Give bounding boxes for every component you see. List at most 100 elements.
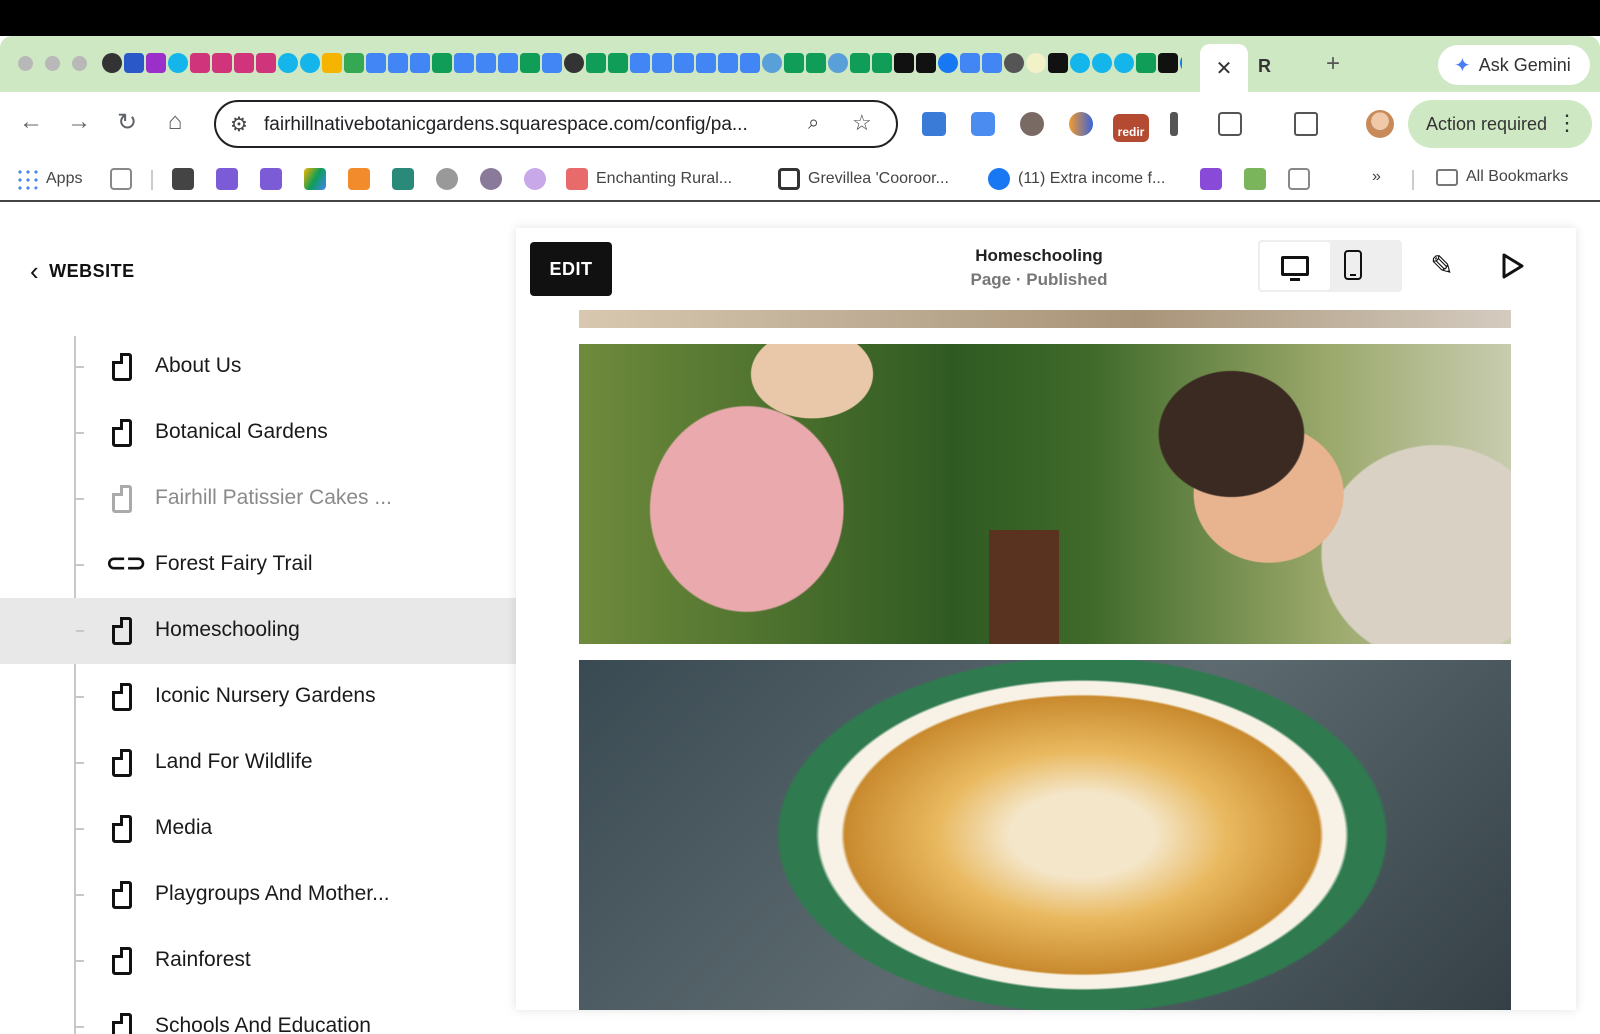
tab-favicon[interactable]: [872, 53, 892, 73]
desktop-view-button[interactable]: [1260, 242, 1330, 290]
preview-play-icon[interactable]: [1496, 250, 1528, 282]
pinned-tab-favicons[interactable]: [102, 53, 1182, 75]
bookmark-teal[interactable]: [392, 168, 414, 190]
extension-k-icon[interactable]: [1020, 112, 1044, 136]
website-back-link[interactable]: ‹ WEBSITE: [30, 256, 135, 287]
bookmarks-overflow[interactable]: »: [1372, 168, 1381, 186]
tab-favicon[interactable]: [124, 53, 144, 73]
extensions-puzzle-icon[interactable]: [1218, 112, 1242, 136]
extension-redir-icon[interactable]: redir: [1113, 114, 1149, 142]
tab-favicon[interactable]: [300, 53, 320, 73]
action-required-button[interactable]: Action required ⋮: [1408, 100, 1592, 148]
tab-favicon[interactable]: [190, 53, 210, 73]
tab-favicon[interactable]: [1180, 53, 1182, 73]
tab-favicon[interactable]: [146, 53, 166, 73]
tab-favicon[interactable]: [168, 53, 188, 73]
bookmark-drive[interactable]: [304, 168, 326, 190]
bookmark-heart[interactable]: [524, 168, 546, 190]
bookmark-checkmark[interactable]: [1200, 168, 1222, 190]
bookmark-shopify[interactable]: [1244, 168, 1266, 190]
bookmark-star-icon[interactable]: ☆: [852, 110, 872, 136]
image-block-children-playing[interactable]: [579, 344, 1511, 644]
reload-icon[interactable]: ↻: [112, 108, 142, 137]
tab-favicon[interactable]: [762, 53, 782, 73]
bookmark-form-2[interactable]: [260, 168, 282, 190]
bookmark-orange[interactable]: [348, 168, 370, 190]
extension-snowflake-icon[interactable]: [971, 112, 995, 136]
tab-favicon[interactable]: [1048, 53, 1068, 73]
sidebar-item-fairhill-patissier-cakes[interactable]: Fairhill Patissier Cakes ...: [0, 466, 516, 532]
tab-favicon[interactable]: [696, 53, 716, 73]
tab-favicon[interactable]: [212, 53, 232, 73]
tab-favicon[interactable]: [366, 53, 386, 73]
sidebar-item-about-us[interactable]: About Us: [0, 334, 516, 400]
bookmark-logo[interactable]: [436, 168, 458, 190]
tab-favicon[interactable]: [344, 53, 364, 73]
bookmark-shell[interactable]: [480, 168, 502, 190]
tab-favicon[interactable]: [1004, 53, 1024, 73]
bookmark-pocket[interactable]: [1288, 168, 1310, 190]
profile-avatar[interactable]: [1366, 110, 1394, 138]
image-block-top-cropped[interactable]: [579, 310, 1511, 328]
tab-favicon[interactable]: [894, 53, 914, 73]
forward-arrow-icon[interactable]: →: [64, 108, 94, 136]
bookmark-tab-groups[interactable]: [110, 168, 132, 190]
tab-favicon[interactable]: [1026, 53, 1046, 73]
sidebar-item-rainforest[interactable]: Rainforest: [0, 928, 516, 994]
tab-favicon[interactable]: [498, 53, 518, 73]
tab-favicon[interactable]: [322, 53, 342, 73]
new-tab-button[interactable]: +: [1326, 50, 1340, 78]
home-icon[interactable]: ⌂: [160, 108, 190, 136]
sidebar-item-iconic-nursery-gardens[interactable]: Iconic Nursery Gardens: [0, 664, 516, 730]
tab-favicon[interactable]: [850, 53, 870, 73]
tab-favicon[interactable]: [938, 53, 958, 73]
extension-swirl-icon[interactable]: [1069, 112, 1093, 136]
sidebar-item-land-for-wildlife[interactable]: Land For Wildlife: [0, 730, 516, 796]
tab-favicon[interactable]: [982, 53, 1002, 73]
tab-favicon[interactable]: [1092, 53, 1112, 73]
tab-favicon[interactable]: [608, 53, 628, 73]
tab-favicon[interactable]: [476, 53, 496, 73]
mobile-view-icon[interactable]: [1344, 250, 1362, 280]
tab-favicon[interactable]: [1158, 53, 1178, 73]
tab-favicon[interactable]: [454, 53, 474, 73]
tab-favicon[interactable]: [564, 53, 584, 73]
tab-favicon[interactable]: [1114, 53, 1134, 73]
window-close-button[interactable]: [18, 56, 33, 71]
window-minimize-button[interactable]: [45, 56, 60, 71]
bookmark-extra-income[interactable]: (11) Extra income f...: [988, 168, 1165, 190]
tab-favicon[interactable]: [388, 53, 408, 73]
bookmark-enchanting[interactable]: Enchanting Rural...: [566, 168, 732, 190]
zoom-icon[interactable]: ⌕: [808, 112, 819, 135]
tab-favicon[interactable]: [718, 53, 738, 73]
tab-favicon[interactable]: [652, 53, 672, 73]
tab-favicon[interactable]: [784, 53, 804, 73]
sidebar-item-playgroups-and-mother[interactable]: Playgroups And Mother...: [0, 862, 516, 928]
tab-search-icon[interactable]: [1294, 112, 1318, 136]
tab-favicon[interactable]: [828, 53, 848, 73]
tab-favicon[interactable]: [674, 53, 694, 73]
sidebar-item-schools-and-education[interactable]: Schools And Education: [0, 994, 516, 1034]
sidebar-item-botanical-gardens[interactable]: Botanical Gardens: [0, 400, 516, 466]
tab-favicon[interactable]: [102, 53, 122, 73]
back-arrow-icon[interactable]: ←: [16, 108, 46, 136]
tab-favicon[interactable]: [740, 53, 760, 73]
ask-gemini-button[interactable]: ✦ Ask Gemini: [1438, 45, 1590, 85]
tab-close-icon[interactable]: ✕: [1216, 56, 1233, 81]
address-bar[interactable]: ⚙ fairhillnativebotanicgardens.squarespa…: [214, 100, 898, 148]
site-styles-brush-icon[interactable]: ✎: [1424, 248, 1460, 284]
page-preview-canvas[interactable]: [516, 310, 1576, 1010]
tab-favicon[interactable]: [806, 53, 826, 73]
tab-favicon[interactable]: [586, 53, 606, 73]
edit-button[interactable]: EDIT: [530, 242, 612, 296]
tab-favicon[interactable]: [256, 53, 276, 73]
sidebar-item-homeschooling[interactable]: Homeschooling: [0, 598, 516, 664]
sidebar-item-media[interactable]: Media: [0, 796, 516, 862]
tab-favicon[interactable]: [432, 53, 452, 73]
url-text[interactable]: fairhillnativebotanicgardens.squarespace…: [264, 114, 748, 136]
tab-favicon[interactable]: [542, 53, 562, 73]
tab-favicon[interactable]: [234, 53, 254, 73]
more-menu-icon[interactable]: ⋮: [1556, 110, 1578, 136]
extra-tab[interactable]: R: [1258, 56, 1271, 77]
bookmark-grevillea[interactable]: Grevillea 'Cooroor...: [778, 168, 949, 190]
